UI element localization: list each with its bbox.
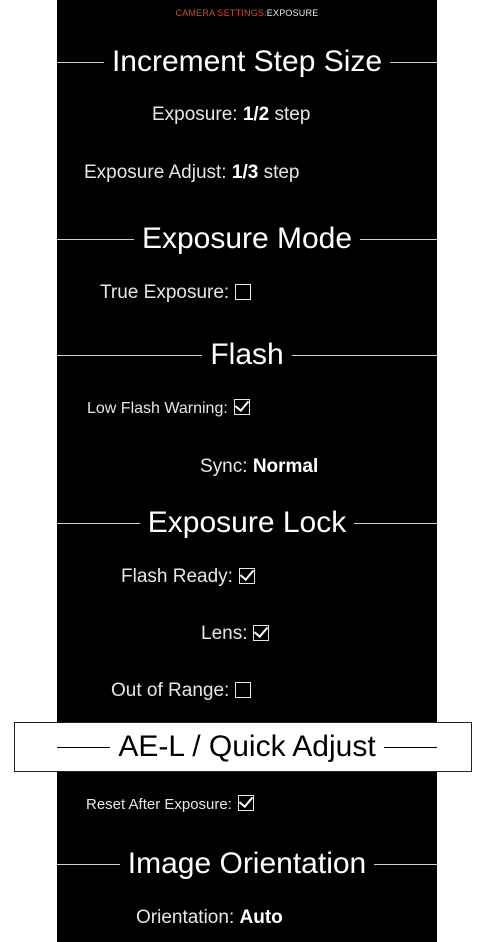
section-title: Image Orientation: [127, 847, 367, 880]
divider: [57, 746, 111, 748]
divider: [57, 61, 104, 63]
divider: [57, 863, 120, 865]
divider: [390, 61, 438, 63]
section-title: AE-L / Quick Adjust: [118, 730, 376, 763]
section-title: Exposure Mode: [141, 222, 353, 255]
section-flash: Flash: [57, 333, 438, 377]
section-title: Increment Step Size: [111, 45, 383, 78]
reset-after-exposure-label: Reset After Exposure:: [86, 796, 232, 813]
flash-ready-setting[interactable]: Flash Ready:: [121, 566, 255, 588]
exposure-step-setting[interactable]: Exposure: 1/2 step: [152, 104, 310, 126]
out-of-range-label: Out of Range:: [111, 680, 230, 701]
divider: [57, 522, 140, 524]
flash-ready-label: Flash Ready:: [121, 566, 233, 587]
divider: [354, 522, 438, 524]
out-of-range-setting[interactable]: Out of Range:: [111, 680, 252, 702]
divider: [383, 746, 437, 748]
out-of-range-checkbox[interactable]: [235, 682, 252, 698]
lens-setting[interactable]: Lens:: [201, 623, 270, 645]
exposure-unit: step: [274, 104, 311, 125]
flash-ready-checkbox[interactable]: [238, 568, 255, 584]
low-flash-warning-setting[interactable]: Low Flash Warning:: [87, 399, 250, 418]
breadcrumb: CAMERA SETTINGS:EXPOSURE: [57, 8, 437, 18]
breadcrumb-page: EXPOSURE: [266, 8, 319, 18]
reset-after-exposure-checkbox[interactable]: [237, 795, 254, 811]
lens-checkbox[interactable]: [253, 625, 270, 641]
sync-label: Sync:: [200, 456, 248, 477]
reset-after-exposure-setting[interactable]: Reset After Exposure:: [86, 795, 254, 813]
section-increment-step-size: Increment Step Size: [57, 40, 438, 84]
section-exposure-mode: Exposure Mode: [57, 217, 437, 261]
exposure-label: Exposure:: [152, 104, 238, 125]
divider: [291, 354, 438, 356]
section-title: Exposure Lock: [147, 506, 347, 539]
true-exposure-label: True Exposure:: [100, 282, 230, 303]
orientation-label: Orientation:: [136, 907, 235, 928]
exposure-adjust-setting[interactable]: Exposure Adjust: 1/3 step: [84, 162, 300, 184]
exposure-value[interactable]: 1/2: [243, 104, 269, 125]
divider: [57, 354, 203, 356]
orientation-setting[interactable]: Orientation: Auto: [136, 907, 283, 929]
divider: [57, 238, 134, 240]
true-exposure-setting[interactable]: True Exposure:: [100, 282, 252, 304]
true-exposure-checkbox[interactable]: [235, 284, 252, 300]
sync-setting[interactable]: Sync: Normal: [200, 456, 318, 478]
section-title: Flash: [210, 338, 284, 371]
section-exposure-lock: Exposure Lock: [57, 501, 438, 545]
low-flash-warning-label: Low Flash Warning:: [87, 400, 228, 417]
lens-label: Lens:: [201, 623, 248, 644]
divider: [360, 238, 437, 240]
low-flash-warning-checkbox[interactable]: [233, 399, 250, 415]
exposure-adjust-label: Exposure Adjust:: [84, 162, 227, 183]
section-ae-l-quick-adjust: AE-L / Quick Adjust: [57, 725, 437, 769]
sync-value[interactable]: Normal: [253, 456, 318, 477]
exposure-adjust-unit: step: [263, 162, 300, 183]
breadcrumb-category[interactable]: CAMERA SETTINGS:: [176, 8, 267, 18]
divider: [374, 863, 437, 865]
orientation-value[interactable]: Auto: [240, 907, 283, 928]
section-image-orientation: Image Orientation: [57, 842, 437, 886]
exposure-adjust-value[interactable]: 1/3: [232, 162, 258, 183]
